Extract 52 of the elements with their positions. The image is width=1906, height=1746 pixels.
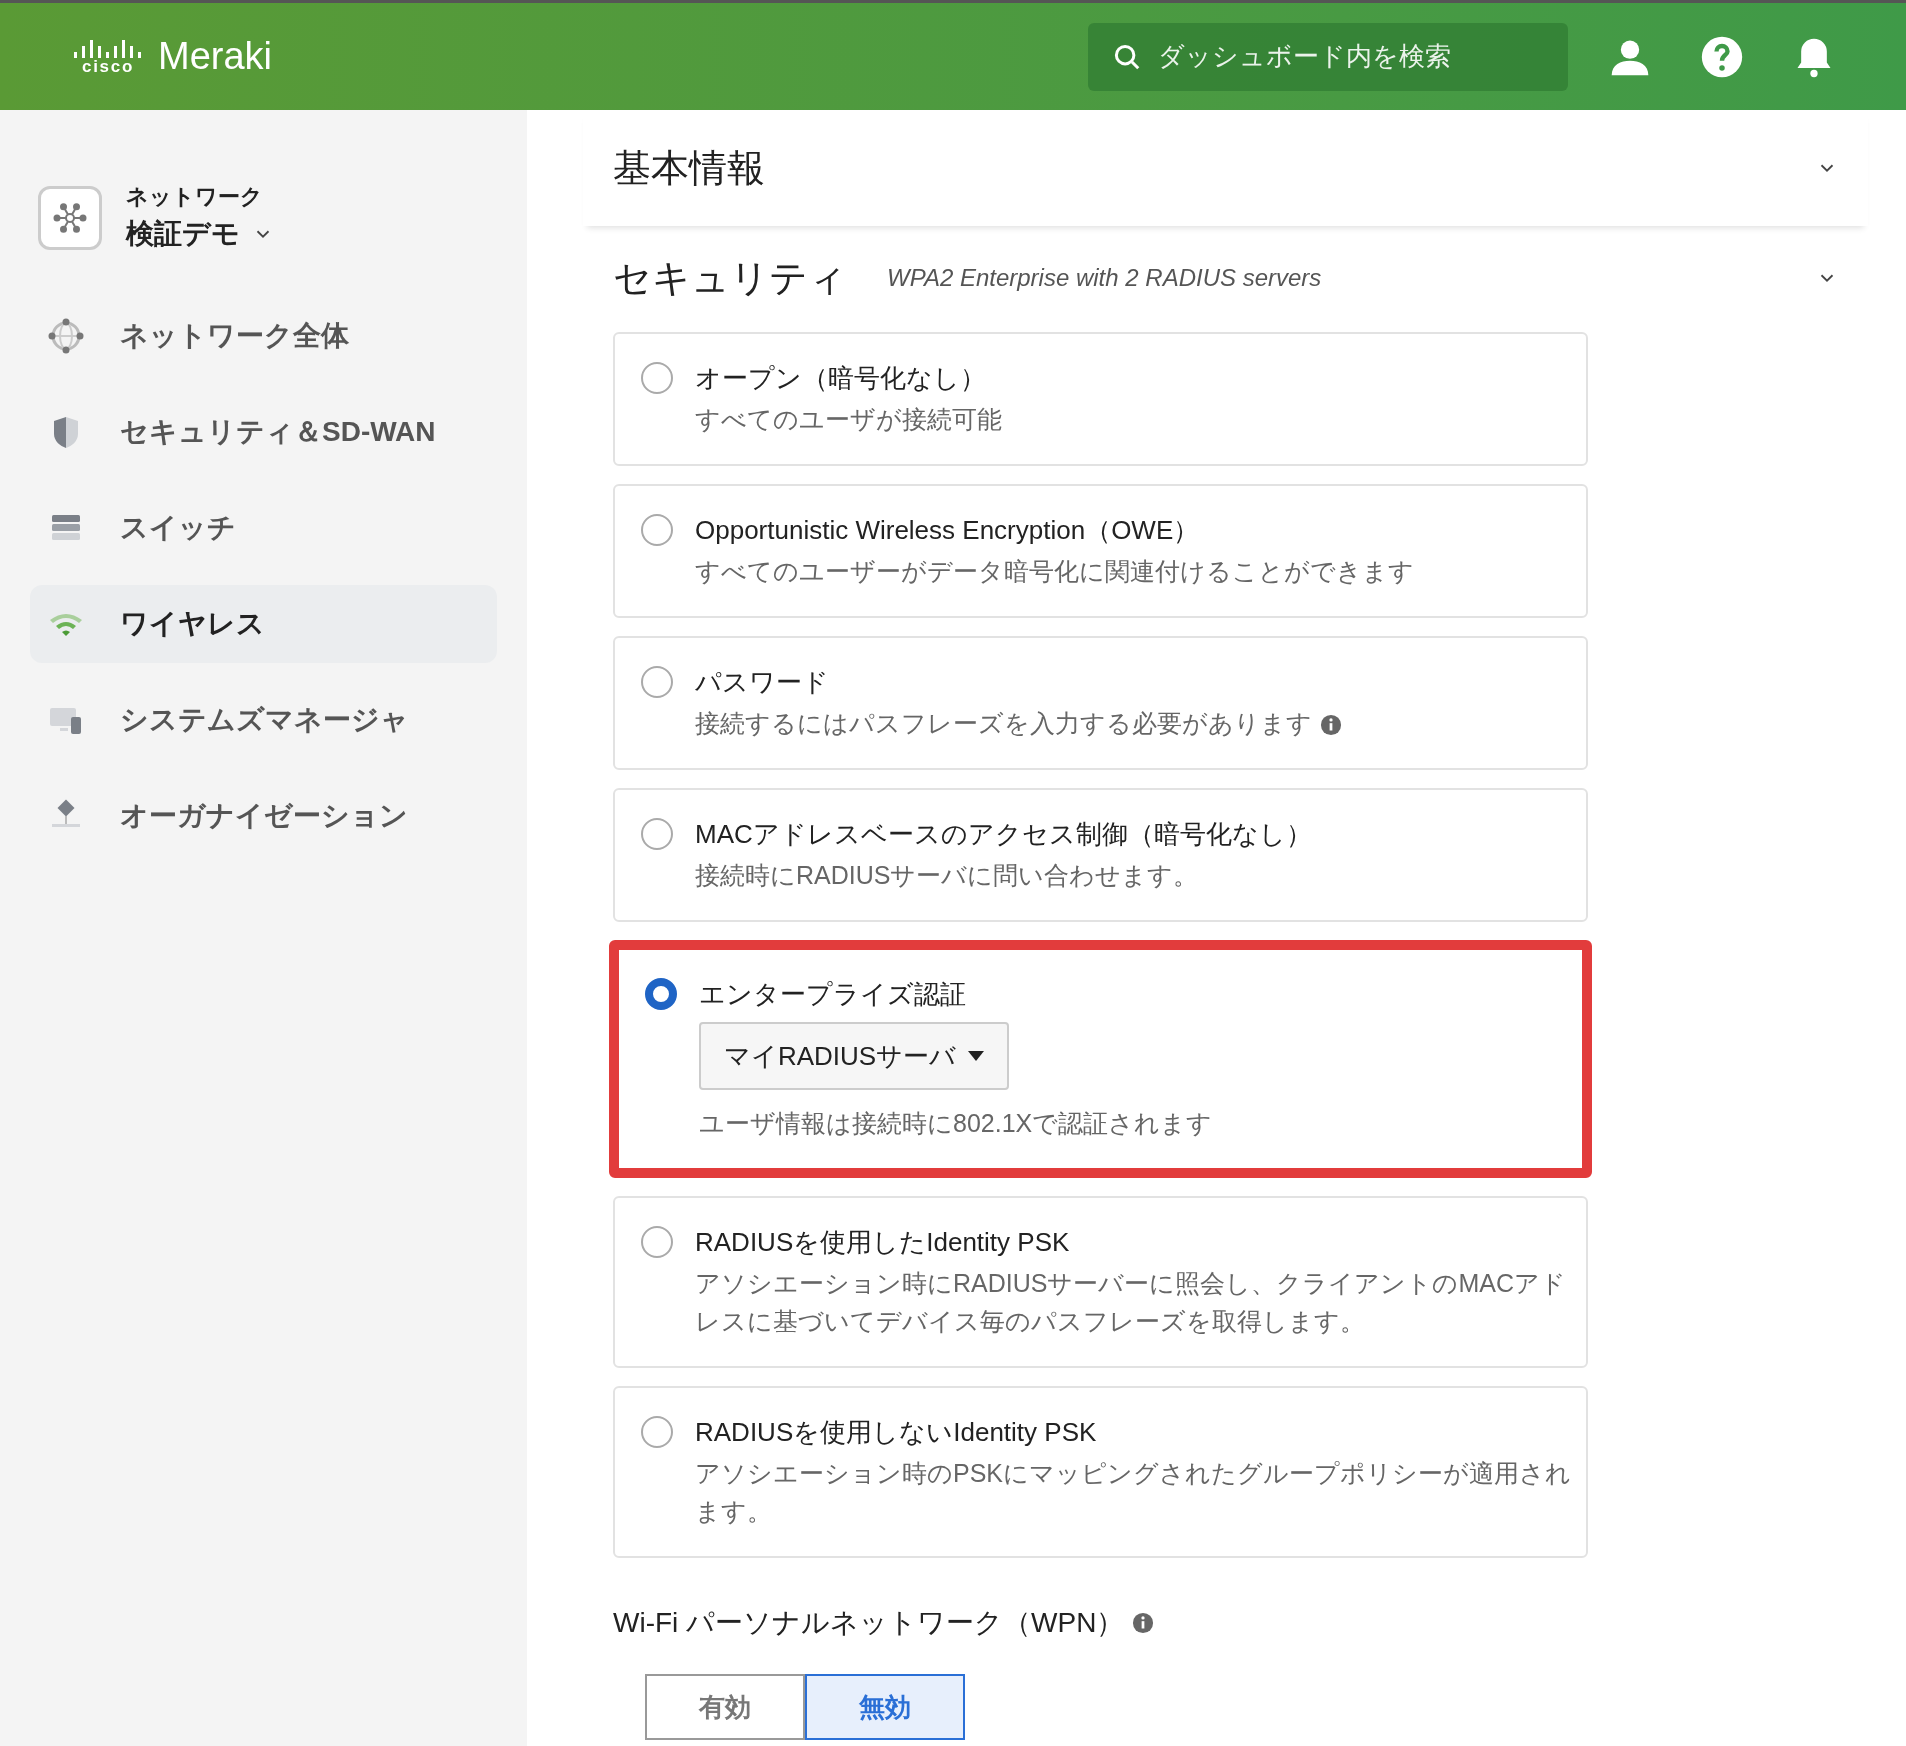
sidebar-item[interactable]: スイッチ [30, 489, 497, 567]
option-description: アソシエーション時のPSKにマッピングされたグループポリシーが適用されます。 [695, 1458, 1573, 1527]
security-option-card[interactable]: RADIUSを使用したIdentity PSK アソシエーション時にRADIUSサーバーに照会し、クライアントのMACアドレスに基づいてデバイス毎のパスフレーズを取得します。 [613, 1196, 1588, 1368]
security-option-card[interactable]: RADIUSを使用しないIdentity PSK アソシエーション時のPSKにマッピングされたグループポリシーが適用されます。 [613, 1386, 1588, 1558]
option-description: すべてのユーザーがデータ暗号化に関連付けることができます [695, 556, 1415, 587]
option-title: Opportunistic Wireless Encryption（OWE） [695, 514, 1201, 547]
option-description: アソシエーション時にRADIUSサーバーに照会し、クライアントのMACアドレスに基づいてデバイス毎のパスフレーズを取得します。 [695, 1268, 1567, 1337]
info-icon[interactable] [1132, 1612, 1155, 1634]
sidebar-item[interactable]: セキュリティ＆SD-WAN [30, 393, 497, 471]
option-title: パスワード [695, 666, 830, 699]
radio-button[interactable] [641, 362, 673, 394]
caret-icon [968, 1051, 985, 1061]
help-icon[interactable] [1700, 34, 1744, 79]
security-summary: WPA2 Enterprise with 2 RADIUS servers [887, 263, 1322, 293]
option-title: エンタープライズ認証 [699, 978, 967, 1011]
option-title: オープン（暗号化なし） [695, 362, 987, 395]
option-title: RADIUSを使用しないIdentity PSK [695, 1416, 1098, 1449]
globe-icon [46, 316, 86, 356]
radio-button[interactable] [641, 1226, 673, 1258]
option-description: 接続時にRADIUSサーバに問い合わせます。 [695, 860, 1200, 891]
radio-button[interactable] [641, 1416, 673, 1448]
option-description: すべてのユーザが接続可能 [695, 404, 1003, 435]
sidebar-item[interactable]: ネットワーク全体 [30, 297, 497, 375]
radio-button[interactable] [641, 514, 673, 546]
search-field[interactable]: ダッシュボード内を検索 [1088, 22, 1568, 91]
toggle-option[interactable]: 無効 [805, 1674, 965, 1740]
network-selector[interactable]: 検証デモ [126, 213, 274, 255]
section-header[interactable]: 基本情報 [583, 110, 1868, 226]
sidebar-item[interactable]: システムズマネージャ [30, 681, 497, 759]
security-option-card[interactable]: パスワード 接続するにはパスフレーズを入力する必要があります [613, 636, 1588, 770]
sidebar-item[interactable]: ワイヤレス [30, 585, 497, 663]
radius-server-dropdown[interactable]: マイRADIUSサーバ [699, 1022, 1009, 1090]
toggle-option[interactable]: 有効 [645, 1674, 805, 1740]
product-name: Meraki [158, 34, 273, 79]
security-option-card[interactable]: エンタープライズ認証 マイRADIUSサーバ ユーザ情報は接続時に802.1Xで認証されます [609, 940, 1592, 1178]
network-label: ネットワーク [126, 183, 264, 211]
section-title: 基本情報 [613, 145, 765, 191]
security-option-card[interactable]: オープン（暗号化なし） すべてのユーザが接続可能 [613, 332, 1588, 466]
sidebar-item[interactable]: オーガナイゼーション [30, 777, 497, 855]
radio-button[interactable] [641, 818, 673, 850]
section-title: セキュリティ [613, 255, 847, 301]
option-description: 接続するにはパスフレーズを入力する必要があります [695, 704, 1575, 742]
security-option-card[interactable]: Opportunistic Wireless Encryption（OWE） すべてのユーザーがデータ暗号化に関連付けることができます [613, 484, 1588, 618]
info-icon[interactable] [1320, 714, 1342, 737]
option-description: ユーザ情報は接続時に802.1Xで認証されます [699, 1108, 1214, 1139]
option-title: RADIUSを使用したIdentity PSK [695, 1226, 1071, 1259]
logo-wordmark: cisco [82, 58, 134, 75]
radio-button[interactable] [641, 666, 673, 698]
radio-button[interactable] [645, 978, 677, 1010]
security-option-card[interactable]: MACアドレスベースのアクセス制御（暗号化なし） 接続時にRADIUSサーバに問い合わせます。 [613, 788, 1588, 922]
wpn-title: Wi-Fi パーソナルネットワーク（WPN） [613, 1606, 1125, 1640]
option-title: MACアドレスベースのアクセス制御（暗号化なし） [695, 818, 1313, 851]
